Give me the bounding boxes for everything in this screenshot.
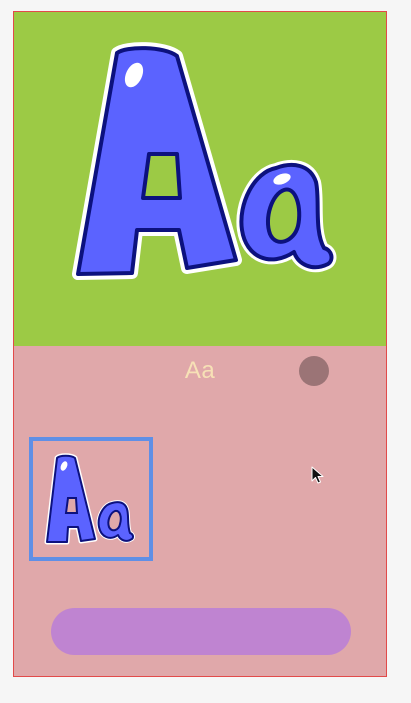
letters-aa-icon [44, 453, 136, 545]
mouse-cursor-icon [311, 466, 324, 484]
primary-button[interactable] [51, 608, 351, 655]
hero-illustration [14, 12, 386, 346]
page-title: Aa [184, 357, 216, 384]
letters-aa-icon [72, 42, 337, 280]
app-frame: Aa [13, 11, 387, 677]
thumbnail-selected[interactable] [29, 437, 153, 561]
record-dot-icon[interactable] [299, 356, 329, 386]
